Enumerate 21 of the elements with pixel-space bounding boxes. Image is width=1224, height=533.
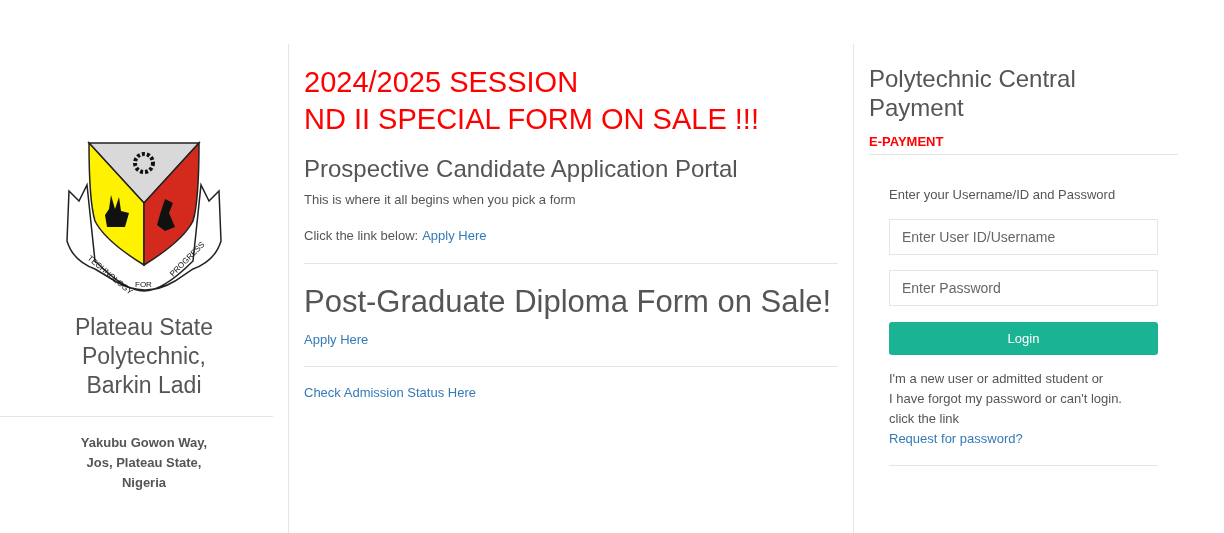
login-instruction: Enter your Username/ID and Password — [889, 185, 1117, 204]
announcement-text: ND II SPECIAL FORM ON SALE !!! — [304, 102, 760, 137]
payment-title: Polytechnic Central Payment — [869, 64, 1077, 122]
announcement-text: 2024/2025 SESSION — [304, 65, 580, 100]
payment-subtitle: E-PAYMENT — [869, 133, 945, 151]
postgraduate-title: Post-Graduate Diploma Form on Sale! — [304, 283, 833, 321]
login-field[interactable]: Enter User ID/Username — [889, 219, 1158, 255]
help-text: click the link — [889, 410, 961, 428]
help-text: I'm a new user or admitted student or — [889, 370, 1105, 388]
login-button[interactable]: Login — [889, 322, 1158, 355]
password-request-link[interactable]: Request for password? — [889, 429, 1159, 449]
admission-status-link[interactable]: Check Admission Status Here — [304, 382, 838, 402]
address-text: Yakubu Gowon Way, Jos, Plateau State, Nigeria — [79, 434, 209, 492]
institution-name: Plateau State Polytechnic, Barkin Ladi — [73, 313, 215, 400]
apply-link[interactable]: Apply Here — [422, 225, 487, 245]
portal-intro: This is where it all begins when you pick a form — [304, 191, 577, 209]
help-text: I have forgot my password or can't login. — [889, 390, 1123, 408]
portal-title: Prospective Candidate Application Portal — [304, 154, 739, 184]
link-prompt: Click the link below: — [304, 226, 419, 245]
apply-link[interactable]: Apply Here — [304, 330, 838, 350]
login-field[interactable]: Enter Password — [889, 270, 1158, 306]
